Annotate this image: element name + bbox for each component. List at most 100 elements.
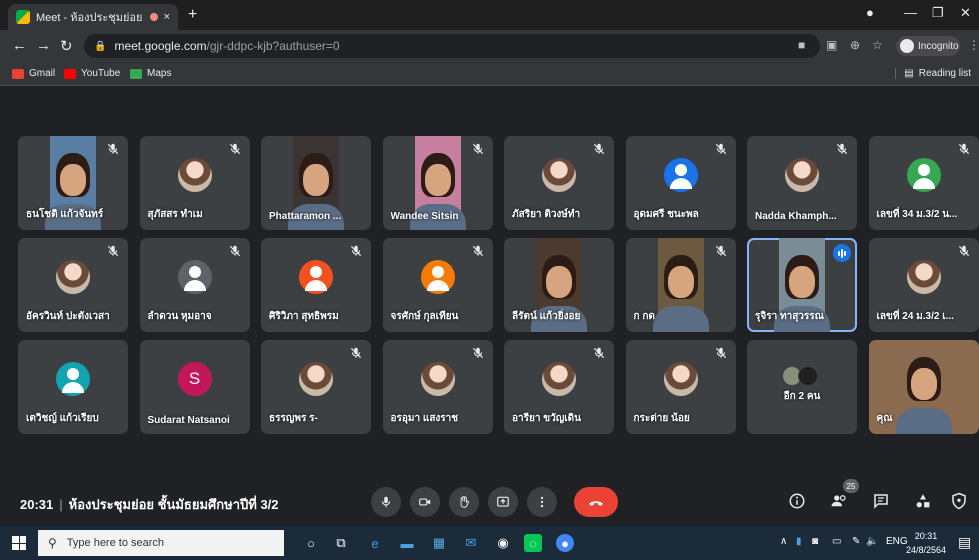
profile-circle-icon[interactable]: ● — [866, 5, 874, 20]
chrome-taskbar-icon[interactable]: ● — [556, 534, 574, 552]
clock-time: 20:31 — [914, 531, 938, 541]
participant-tile[interactable]: รุจิรา ทาสุวรรณ — [747, 238, 857, 332]
battery-tray-icon[interactable]: ▭ — [832, 536, 841, 547]
store-icon[interactable]: ▦ — [430, 534, 448, 552]
host-controls-button[interactable] — [949, 491, 969, 511]
reading-list-button[interactable]: ▤ Reading list — [895, 68, 971, 79]
profile-photo-avatar — [542, 362, 576, 397]
muted-mic-icon — [106, 244, 120, 258]
edge-icon[interactable]: e — [366, 534, 384, 552]
muted-mic-icon — [714, 244, 728, 258]
task-view-icon[interactable]: ⧉ — [332, 534, 350, 552]
participant-tile[interactable]: ธนโชติ แก้วจันทร์ — [18, 136, 128, 230]
line-app-icon[interactable]: ◌ — [524, 534, 542, 552]
notifications-icon[interactable]: ▤ — [958, 534, 971, 551]
incognito-badge[interactable]: Incognito — [896, 36, 960, 56]
participant-tile[interactable]: สุภัสสร ทำเม — [139, 136, 250, 230]
chrome-menu-icon[interactable]: ⋮ — [968, 38, 979, 52]
maximize-window-button[interactable]: ❐ — [932, 5, 944, 21]
pen-tray-icon[interactable]: ✎ — [852, 536, 860, 547]
browser-tab-meet[interactable]: Meet - ห้องประชุมย่อย ชั้นมัธยม × — [8, 4, 178, 30]
language-indicator[interactable]: ENG — [886, 536, 908, 547]
participant-tile[interactable]: ลีรัตน์ แก้วยิ่งอย — [504, 238, 614, 332]
participant-tile[interactable]: คุณ — [868, 340, 979, 434]
participant-tile[interactable]: อุดมศรี ชนะพล — [625, 136, 736, 230]
back-arrow-icon[interactable]: ← — [12, 37, 27, 54]
leave-call-button[interactable] — [574, 487, 618, 517]
default-avatar-icon — [299, 260, 333, 295]
close-window-button[interactable]: ✕ — [960, 5, 971, 21]
people-button[interactable] — [829, 491, 849, 511]
participant-tile[interactable]: ภัสริยา ติวงษ์ทำ — [504, 136, 614, 230]
windows-start-icon[interactable] — [12, 536, 26, 550]
participant-name: อัครวินท์ ปะตังเวสา — [26, 311, 110, 322]
bookmark-star-icon[interactable]: ☆ — [872, 38, 883, 52]
participant-name: Phattaramon ... — [269, 211, 342, 222]
bookmarks-bar: Gmail YouTube Maps ▤ Reading list — [0, 62, 979, 86]
participant-name: ศิริวิภา สุทธิพรม — [269, 311, 339, 322]
participant-tile[interactable]: จรศักษ์ กุลเทียน — [382, 238, 493, 332]
reload-icon[interactable]: ↻ — [60, 37, 73, 55]
forward-arrow-icon[interactable]: → — [36, 37, 51, 54]
cortana-icon[interactable]: ○ — [302, 534, 320, 552]
participant-tile[interactable]: Phattaramon ... — [261, 136, 371, 230]
camera-icon — [419, 498, 431, 506]
activities-button[interactable] — [913, 491, 933, 511]
camera-in-use-icon[interactable]: ■ — [798, 38, 805, 52]
participant-tile[interactable]: อรอุมา แสงราช — [382, 340, 493, 434]
participant-tile[interactable]: ธรรญพร ร- — [261, 340, 371, 434]
participant-tile[interactable]: ลำดวน หุมอาจ — [139, 238, 250, 332]
raise-hand-button[interactable] — [449, 487, 479, 517]
profile-photo-avatar — [906, 260, 941, 295]
meeting-name: ห้องประชุมย่อย ชั้นมัธยมศึกษาปีที่ 3/2 — [68, 497, 279, 512]
taskbar-search-box[interactable]: ⚲ Type here to search — [38, 530, 284, 556]
bookmark-gmail[interactable]: Gmail — [12, 68, 55, 79]
present-screen-button[interactable] — [488, 487, 518, 517]
participant-tile[interactable]: อัครวินท์ ปะตังเวสา — [18, 238, 128, 332]
meeting-details-button[interactable] — [787, 491, 807, 511]
system-clock[interactable]: 20:31 24/8/2564 — [906, 529, 946, 557]
participant-tile[interactable]: S Sudarat Natsanoi — [139, 340, 250, 434]
meet-participant-grid: ธนโชติ แก้วจันทร์ สุภัสสร ทำเม Phattaramon… — [0, 86, 979, 526]
volume-tray-icon[interactable]: 🔈 — [866, 536, 878, 547]
participant-tile[interactable]: กระต่าย น้อย — [625, 340, 736, 434]
maps-app-icon[interactable]: ◉ — [494, 534, 512, 552]
close-tab-button[interactable]: × — [164, 11, 170, 23]
camera-button[interactable] — [410, 487, 440, 517]
participant-tile[interactable]: อารียา ขวัญเดิน — [504, 340, 614, 434]
mail-icon[interactable]: ✉ — [462, 534, 480, 552]
meet-favicon-icon — [16, 10, 30, 24]
participant-name: Sudarat Natsanoi — [147, 415, 230, 426]
participant-tile[interactable]: อีก 2 คน — [747, 340, 857, 434]
zoom-icon[interactable]: ⊕ — [850, 38, 860, 52]
browser-toolbar: ← → ↻ 🔒 meet.google.com/gjr-ddpc-kjb?aut… — [0, 30, 979, 62]
chat-button[interactable] — [871, 491, 891, 511]
activities-icon — [916, 494, 930, 508]
minimize-window-button[interactable]: — — [904, 5, 917, 20]
participant-tile[interactable]: เลขที่ 34 ม.3/2 น... — [868, 136, 979, 230]
search-icon: ⚲ — [48, 536, 57, 550]
new-tab-button[interactable]: + — [188, 6, 197, 24]
participant-tile[interactable]: Wandee Sitsin — [382, 136, 493, 230]
bookmark-youtube[interactable]: YouTube — [64, 68, 120, 79]
participant-tile[interactable]: ก กด — [625, 238, 736, 332]
tray-chevron-icon[interactable]: ∧ — [780, 536, 787, 547]
network-tray-icon[interactable]: ◙ — [812, 536, 818, 547]
participant-name: Nadda Khamph... — [755, 211, 837, 222]
participant-tile[interactable]: เตวิชญ์ แก้วเรียบ — [18, 340, 128, 434]
participant-tile[interactable]: เลขที่ 24 ม.3/2 เ... — [868, 238, 979, 332]
address-bar[interactable]: 🔒 meet.google.com/gjr-ddpc-kjb?authuser=… — [84, 34, 820, 58]
mic-tray-icon[interactable]: ▮ — [796, 536, 802, 547]
reading-list-icon: ▤ — [904, 68, 914, 79]
install-app-icon[interactable]: ▣ — [826, 38, 837, 52]
bookmark-label: Gmail — [29, 68, 56, 79]
muted-mic-icon — [835, 142, 849, 156]
meeting-separator: | — [59, 497, 63, 512]
file-explorer-icon[interactable]: ▬ — [398, 534, 416, 552]
participant-tile[interactable]: ศิริวิภา สุทธิพรม — [261, 238, 371, 332]
participant-tile[interactable]: Nadda Khamph... — [747, 136, 857, 230]
bookmark-maps[interactable]: Maps — [130, 68, 171, 79]
more-options-button[interactable] — [527, 487, 557, 517]
microphone-button[interactable] — [371, 487, 401, 517]
participant-name: คุณ — [876, 413, 893, 424]
